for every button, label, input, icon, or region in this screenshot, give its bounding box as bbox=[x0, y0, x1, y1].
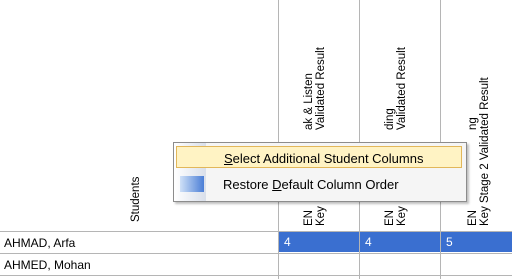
column-header-title-line1: ak & Listen bbox=[303, 73, 315, 130]
menu-item-label: Restore Default Column Order bbox=[223, 177, 399, 192]
table-row[interactable]: AHMED, Mohan bbox=[0, 254, 512, 275]
menu-item-restore-default-order[interactable]: Restore Default Column Order bbox=[176, 173, 462, 195]
result-cell[interactable] bbox=[360, 254, 440, 274]
column-header-title-line2: Key Stage 2 Validated Result bbox=[479, 77, 491, 226]
result-cell[interactable]: 4 bbox=[279, 232, 359, 252]
result-cell[interactable] bbox=[441, 254, 512, 274]
students-header-label: Students bbox=[130, 176, 142, 222]
student-name: AHMED, Mohan bbox=[4, 258, 91, 272]
context-menu: Select Additional Student Columns Restor… bbox=[173, 142, 467, 202]
column-header-prefix: EN bbox=[303, 210, 315, 226]
column-header-prefix2: Key bbox=[315, 206, 327, 226]
result-cell[interactable]: 5 bbox=[441, 232, 512, 252]
results-grid: Students EN Key ak & Listen Validated Re… bbox=[0, 0, 512, 279]
table-row[interactable]: AHMAD, Arfa 4 4 5 bbox=[0, 232, 512, 253]
column-header-prefix: EN bbox=[467, 210, 479, 226]
grid-line bbox=[0, 275, 512, 276]
result-cell[interactable]: 4 bbox=[360, 232, 440, 252]
column-header-title-line2: Validated Result bbox=[315, 47, 327, 130]
column-header-title-line1: ng bbox=[467, 117, 479, 130]
column-header-prefix: EN bbox=[384, 210, 396, 226]
column-header-title-line1: ding bbox=[384, 108, 396, 130]
menu-item-label: Select Additional Student Columns bbox=[224, 151, 424, 166]
result-cell[interactable] bbox=[279, 254, 359, 274]
column-header-title-line2: Validated Result bbox=[396, 47, 408, 130]
menu-item-select-additional-columns[interactable]: Select Additional Student Columns bbox=[176, 146, 462, 168]
student-name: AHMAD, Arfa bbox=[4, 236, 76, 250]
restore-order-icon bbox=[180, 176, 204, 192]
column-header-prefix2: Key bbox=[396, 206, 408, 226]
